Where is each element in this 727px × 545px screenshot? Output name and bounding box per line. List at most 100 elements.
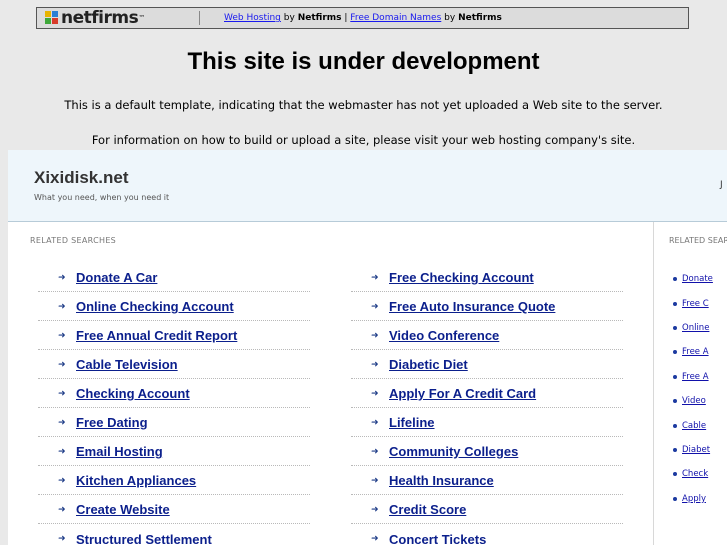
arrow-right-icon: ➜ xyxy=(58,475,66,486)
parked-page-frame: Xixidisk.net What you need, when you nee… xyxy=(8,150,727,545)
side-related-link[interactable]: Check xyxy=(682,469,708,479)
related-searches-left-column: ➜ Donate A Car ➜ Online Checking Account ➜ Fr… xyxy=(38,264,310,545)
related-search-row: ➜ Diabetic Diet xyxy=(351,351,623,379)
related-searches-label: RELATED SEARCHES xyxy=(30,236,117,245)
related-search-link[interactable]: Email Hosting xyxy=(76,444,163,459)
related-search-link[interactable]: Cable Television xyxy=(76,357,178,372)
related-search-row: ➜ Credit Score xyxy=(351,496,623,524)
logo-trademark: ™ xyxy=(138,14,145,22)
arrow-right-icon: ➜ xyxy=(371,272,379,283)
side-related-item: Free C xyxy=(673,291,713,315)
related-search-link[interactable]: Community Colleges xyxy=(389,444,518,459)
related-search-link[interactable]: Apply For A Credit Card xyxy=(389,386,536,401)
related-search-link[interactable]: Free Annual Credit Report xyxy=(76,328,237,343)
hosting-info-notice: For information on how to build or uploa… xyxy=(91,133,636,147)
related-search-row: ➜ Free Annual Credit Report xyxy=(38,322,310,350)
netfirms-logo-icon xyxy=(45,11,59,25)
related-search-link[interactable]: Checking Account xyxy=(76,386,190,401)
side-related-link[interactable]: Donate xyxy=(682,274,713,284)
parked-header: Xixidisk.net What you need, when you nee… xyxy=(8,150,727,222)
arrow-right-icon: ➜ xyxy=(58,359,66,370)
bullet-icon xyxy=(673,301,677,306)
arrow-right-icon: ➜ xyxy=(58,504,66,515)
related-search-row: ➜ Online Checking Account xyxy=(38,293,310,321)
side-related-link[interactable]: Apply xyxy=(682,494,706,504)
bullet-icon xyxy=(673,374,677,379)
side-related-item: Video xyxy=(673,389,713,413)
side-related-searches-label: RELATED SEARCHES xyxy=(669,236,727,245)
related-search-row: ➜ Video Conference xyxy=(351,322,623,350)
related-search-link[interactable]: Free Auto Insurance Quote xyxy=(389,299,555,314)
related-search-row: ➜ Lifeline xyxy=(351,409,623,437)
arrow-right-icon: ➜ xyxy=(371,504,379,515)
arrow-right-icon: ➜ xyxy=(58,330,66,341)
side-related-item: Cable xyxy=(673,413,713,437)
arrow-right-icon: ➜ xyxy=(58,446,66,457)
side-related-link[interactable]: Free A xyxy=(682,372,709,382)
side-related-link[interactable]: Diabet xyxy=(682,445,710,455)
related-search-link[interactable]: Video Conference xyxy=(389,328,499,343)
related-search-row: ➜ Concert Tickets xyxy=(351,525,623,545)
related-search-row: ➜ Donate A Car xyxy=(38,264,310,292)
related-search-row: ➜ Free Dating xyxy=(38,409,310,437)
arrow-right-icon: ➜ xyxy=(58,534,66,544)
link-divider: | xyxy=(344,13,348,23)
arrow-right-icon: ➜ xyxy=(371,359,379,370)
banner-divider xyxy=(199,11,200,25)
related-search-row: ➜ Cable Television xyxy=(38,351,310,379)
side-related-item: Donate xyxy=(673,267,713,291)
arrow-right-icon: ➜ xyxy=(371,417,379,428)
related-search-link[interactable]: Kitchen Appliances xyxy=(76,473,196,488)
related-search-link[interactable]: Free Checking Account xyxy=(389,270,534,285)
related-search-link[interactable]: Create Website xyxy=(76,502,170,517)
side-related-link[interactable]: Video xyxy=(682,396,706,406)
related-search-link[interactable]: Concert Tickets xyxy=(389,532,486,545)
bullet-icon xyxy=(673,423,677,428)
related-search-row: ➜ Create Website xyxy=(38,496,310,524)
related-search-row: ➜ Structured Settlement xyxy=(38,525,310,545)
related-search-row: ➜ Checking Account xyxy=(38,380,310,408)
arrow-right-icon: ➜ xyxy=(58,301,66,312)
side-related-item: Diabet xyxy=(673,438,713,462)
free-domain-names-link[interactable]: Free Domain Names xyxy=(350,13,441,23)
related-search-link[interactable]: Diabetic Diet xyxy=(389,357,468,372)
arrow-right-icon: ➜ xyxy=(58,417,66,428)
related-search-row: ➜ Free Checking Account xyxy=(351,264,623,292)
related-searches-panel: RELATED SEARCHES ➜ Donate A Car ➜ Online Ch… xyxy=(20,222,654,545)
arrow-right-icon: ➜ xyxy=(371,388,379,399)
side-related-item: Apply xyxy=(673,487,713,511)
arrow-right-icon: ➜ xyxy=(371,475,379,486)
by-text-1: by xyxy=(283,13,295,23)
related-search-link[interactable]: Lifeline xyxy=(389,415,435,430)
related-search-link[interactable]: Free Dating xyxy=(76,415,148,430)
related-search-row: ➜ Community Colleges xyxy=(351,438,623,466)
side-related-link[interactable]: Free C xyxy=(682,299,709,309)
related-search-row: ➜ Email Hosting xyxy=(38,438,310,466)
netfirms-logo[interactable]: netfirms ™ xyxy=(37,8,185,28)
bullet-icon xyxy=(673,496,677,501)
bullet-icon xyxy=(673,277,677,282)
bullet-icon xyxy=(673,350,677,355)
arrow-right-icon: ➜ xyxy=(371,534,379,544)
related-search-row: ➜ Kitchen Appliances xyxy=(38,467,310,495)
side-related-item: Check xyxy=(673,462,713,486)
related-searches-right-column: ➜ Free Checking Account ➜ Free Auto Insuran… xyxy=(351,264,623,545)
side-related-item: Online xyxy=(673,316,713,340)
side-related-searches-panel: RELATED SEARCHES Donate Free C Online Free … xyxy=(661,222,727,545)
side-related-link[interactable]: Cable xyxy=(682,421,706,431)
related-search-link[interactable]: Health Insurance xyxy=(389,473,494,488)
side-related-link[interactable]: Free A xyxy=(682,347,709,357)
related-search-link[interactable]: Credit Score xyxy=(389,502,466,517)
site-name[interactable]: Xixidisk.net xyxy=(34,168,128,188)
netfirms-brand-1: Netfirms xyxy=(297,13,342,23)
logo-text: netfirms xyxy=(61,8,139,28)
side-related-link[interactable]: Online xyxy=(682,323,709,333)
page-title: This site is under development xyxy=(187,48,540,75)
side-related-item: Free A xyxy=(673,365,713,389)
web-hosting-link[interactable]: Web Hosting xyxy=(224,13,281,23)
related-search-link[interactable]: Structured Settlement xyxy=(76,532,212,545)
site-tagline: What you need, when you need it xyxy=(34,193,170,202)
banner-links: Web Hosting by Netfirms | Free Domain Na… xyxy=(224,13,502,23)
related-search-link[interactable]: Donate A Car xyxy=(76,270,157,285)
related-search-link[interactable]: Online Checking Account xyxy=(76,299,234,314)
